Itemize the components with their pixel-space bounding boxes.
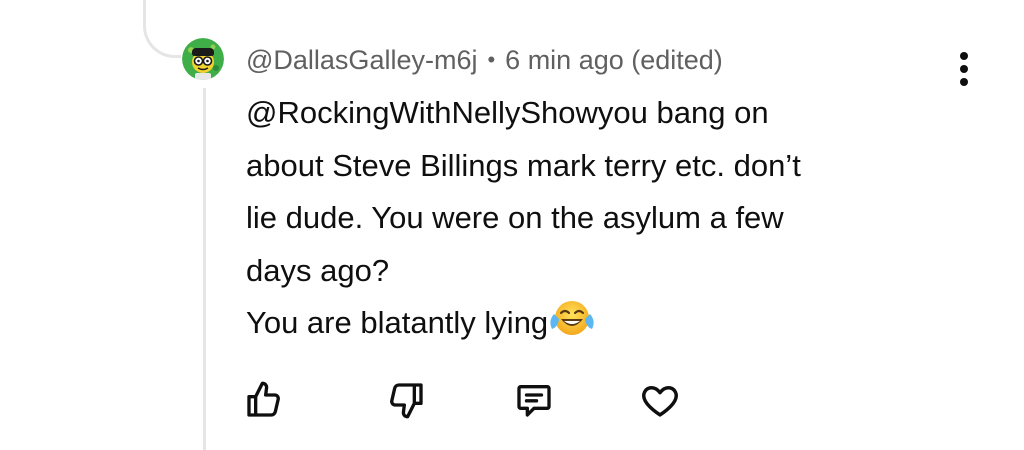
comment-line: You are blatantly lying (246, 305, 549, 340)
dislike-button[interactable] (382, 376, 430, 424)
comment-icon (517, 385, 551, 417)
more-vertical-icon (960, 52, 968, 60)
separator-dot: • (487, 47, 496, 72)
comment-header: @DallasGalley-m6j • 6 min ago (edited) (246, 40, 723, 80)
comment-line: lie dude. You were on the asylum a few (246, 200, 784, 235)
thread-connector (143, 0, 181, 58)
reply-button[interactable] (510, 376, 558, 424)
avatar[interactable] (182, 38, 224, 80)
comment-line-last: You are blatantly lying (246, 297, 966, 350)
avatar-image (182, 38, 224, 80)
author-name[interactable]: @DallasGalley-m6j (246, 45, 477, 76)
more-options-button[interactable] (944, 48, 984, 90)
comment-line: about Steve Billings mark terry etc. don… (246, 147, 801, 183)
thumbs-down-icon (390, 383, 423, 419)
comment-line: days ago? (246, 252, 390, 288)
comment-timestamp[interactable]: 6 min ago (edited) (505, 45, 723, 76)
more-vertical-icon-dot (960, 65, 968, 73)
more-vertical-icon-dot (960, 78, 968, 86)
heart-icon (642, 386, 678, 417)
thumbs-up-icon (247, 381, 280, 417)
comment-line: @RockingWithNellyShowyou bang on (246, 95, 769, 130)
comment-text: @RockingWithNellyShowyou bang on about S… (246, 87, 966, 350)
face-with-tears-of-joy-emoji (548, 299, 596, 337)
comment-actions (0, 376, 1024, 424)
heart-button[interactable] (636, 376, 684, 424)
like-button[interactable] (240, 376, 288, 424)
